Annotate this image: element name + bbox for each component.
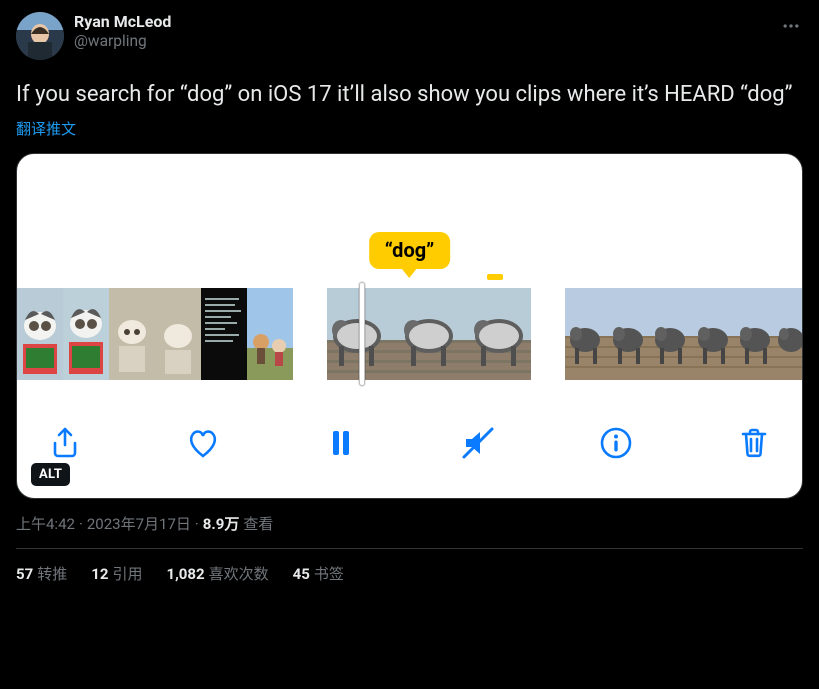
tweet-date[interactable]: 2023年7月17日: [87, 513, 191, 534]
quotes-label: 引用: [112, 565, 142, 583]
separator: ·: [195, 515, 199, 533]
views-label: 查看: [243, 513, 273, 534]
thumbnail: [463, 288, 531, 380]
likes-stat[interactable]: 1,082 喜欢次数: [166, 563, 268, 584]
delete-button[interactable]: [736, 425, 772, 461]
thumbnail: [17, 288, 63, 380]
translate-link[interactable]: 翻译推文: [16, 118, 803, 139]
like-button[interactable]: [185, 425, 221, 461]
tweet-stats: 57转推 12引用 1,082 喜欢次数 45书签: [16, 563, 803, 584]
media-toolbar: [17, 416, 802, 470]
clip-group-1: [17, 288, 293, 380]
clip-group-3: [565, 288, 803, 380]
share-button[interactable]: [47, 425, 83, 461]
mute-icon: [460, 425, 496, 461]
thumbnail: [247, 288, 293, 380]
likes-count: 1,082: [166, 565, 204, 583]
thumbnail: [63, 288, 109, 380]
caption-bubble: “dog”: [369, 232, 451, 269]
quotes-stat[interactable]: 12引用: [91, 563, 142, 584]
clip-group-2: [327, 288, 531, 380]
display-name[interactable]: Ryan McLeod: [74, 12, 171, 32]
caption-highlight-marker: [487, 274, 503, 280]
alt-badge[interactable]: ALT: [31, 463, 70, 486]
trash-icon: [736, 425, 772, 461]
tweet-header: Ryan McLeod @warpling: [16, 12, 803, 60]
thumbnail: [775, 288, 803, 380]
user-block: Ryan McLeod @warpling: [74, 12, 171, 51]
thumbnail: [109, 288, 155, 380]
thumbnail: [607, 288, 649, 380]
tweet-text: If you search for “dog” on iOS 17 it’ll …: [16, 80, 803, 110]
retweets-count: 57: [16, 565, 33, 583]
thumbnail: [649, 288, 691, 380]
views-count: 8.9万: [203, 513, 240, 534]
info-button[interactable]: [598, 425, 634, 461]
bookmarks-count: 45: [293, 565, 310, 583]
more-button[interactable]: [781, 12, 803, 40]
bookmarks-stat[interactable]: 45书签: [293, 563, 344, 584]
more-icon: [781, 16, 801, 36]
retweets-label: 转推: [37, 565, 67, 583]
mute-button[interactable]: [460, 425, 496, 461]
tweet-metadata: 上午4:42 · 2023年7月17日 · 8.9万 查看: [16, 513, 803, 534]
avatar[interactable]: [16, 12, 64, 60]
thumbnail: [395, 288, 463, 380]
bookmarks-label: 书签: [314, 565, 344, 583]
thumbnail: [565, 288, 607, 380]
thumbnail: [201, 288, 247, 380]
likes-label: 喜欢次数: [209, 565, 269, 583]
quotes-count: 12: [91, 565, 108, 583]
thumbnail: [155, 288, 201, 380]
timeline-strip[interactable]: [17, 288, 802, 380]
retweets-stat[interactable]: 57转推: [16, 563, 67, 584]
tweet-time[interactable]: 上午4:42: [16, 513, 75, 534]
tweet-container: Ryan McLeod @warpling If you search for …: [16, 12, 803, 584]
pause-icon: [323, 425, 359, 461]
pause-button[interactable]: [323, 425, 359, 461]
separator: ·: [79, 515, 83, 533]
share-icon: [47, 425, 83, 461]
user-handle[interactable]: @warpling: [74, 32, 171, 51]
media-card[interactable]: “dog”: [16, 153, 803, 499]
heart-icon: [185, 425, 221, 461]
divider: [16, 548, 803, 549]
info-icon: [598, 425, 634, 461]
timeline-playhead[interactable]: [359, 282, 365, 386]
thumbnail: [733, 288, 775, 380]
thumbnail: [691, 288, 733, 380]
